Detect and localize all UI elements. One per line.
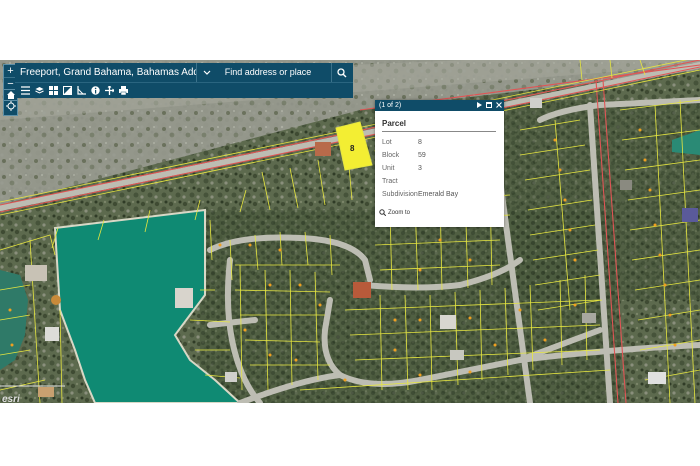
field-value: 3 <box>418 165 422 172</box>
field-value: 8 <box>418 139 422 146</box>
field-row: Subdivision Emerald Bay <box>382 188 504 201</box>
parcel-popup: (1 of 2) Parcel Lot 8 Block 59 Unit 3 Tract… <box>375 100 504 227</box>
chevron-down-icon <box>203 70 211 75</box>
list-button[interactable] <box>19 84 32 97</box>
play-icon <box>476 101 482 108</box>
basemap-gallery-button[interactable] <box>47 84 60 97</box>
popup-title: Parcel <box>382 119 496 132</box>
field-value: 59 <box>418 152 426 159</box>
field-row: Block 59 <box>382 149 504 162</box>
maximize-icon <box>486 101 492 108</box>
locate-button[interactable] <box>3 100 18 116</box>
field-key: Tract <box>382 178 398 185</box>
app-title: Freeport, Grand Bahama, Bahamas Addresse… <box>20 67 196 78</box>
field-row: Unit 3 <box>382 162 504 175</box>
popup-header: (1 of 2) <box>375 100 504 111</box>
app-header: Freeport, Grand Bahama, Bahamas Addresse… <box>15 63 353 82</box>
field-row: Lot 8 <box>382 136 504 149</box>
measure-icon <box>77 86 86 95</box>
field-key: Block <box>382 152 400 159</box>
list-icon <box>21 86 30 95</box>
legend-button[interactable] <box>61 84 74 97</box>
share-icon <box>105 86 114 95</box>
print-icon <box>119 86 128 95</box>
field-key: Unit <box>382 165 395 172</box>
field-value: Emerald Bay <box>418 191 459 198</box>
measure-button[interactable] <box>75 84 88 97</box>
print-button[interactable] <box>117 84 130 97</box>
next-feature-button[interactable] <box>474 101 484 110</box>
magnifier-icon <box>379 209 386 216</box>
maximize-button[interactable] <box>484 101 494 110</box>
esri-logo: esri <box>2 394 20 405</box>
basemap-gallery-icon <box>49 86 58 95</box>
search-source-dropdown[interactable] <box>195 63 218 82</box>
home-icon <box>6 91 15 99</box>
field-key: Subdivision <box>382 191 418 198</box>
field-row: Tract <box>382 175 504 188</box>
search-input[interactable]: Find address or place <box>218 65 331 80</box>
layers-icon <box>35 87 44 94</box>
search-button[interactable] <box>330 63 353 82</box>
field-key: Lot <box>382 139 392 146</box>
info-button[interactable] <box>89 84 102 97</box>
map-toolbar <box>15 82 353 98</box>
legend-icon <box>63 86 72 95</box>
search-icon <box>337 67 347 77</box>
map-view[interactable]: 8 <box>0 60 700 403</box>
popup-counter: (1 of 2) <box>379 102 402 109</box>
locate-icon <box>5 101 16 111</box>
selected-parcel-label: 8 <box>350 144 355 153</box>
map-canvas[interactable]: 8 <box>0 60 700 403</box>
close-popup-button[interactable] <box>494 101 504 110</box>
close-icon <box>496 101 502 108</box>
zoom-to-link[interactable]: Zoom to <box>379 209 504 216</box>
layers-button[interactable] <box>33 84 46 97</box>
info-icon <box>91 86 100 95</box>
share-button[interactable] <box>103 84 116 97</box>
zoom-to-label: Zoom to <box>388 209 411 216</box>
